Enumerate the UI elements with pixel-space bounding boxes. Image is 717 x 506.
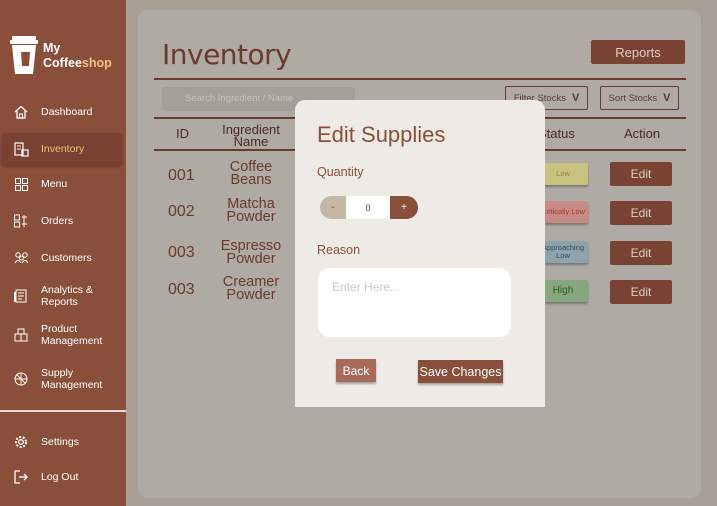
edit-button[interactable]: Edit <box>610 280 672 304</box>
row-id: 001 <box>168 167 195 184</box>
brand-line2a: Coffee <box>43 56 82 70</box>
modal-title: Edit Supplies <box>317 122 446 147</box>
sort-stocks-label: Sort Stocks <box>608 92 658 104</box>
save-changes-button[interactable]: Save Changes <box>418 360 503 383</box>
logout-icon <box>13 469 29 485</box>
sidebar-item-analytics[interactable]: Analytics & Reports <box>0 283 126 309</box>
sort-stocks-dropdown[interactable]: Sort Stocks V <box>600 86 679 110</box>
reason-textarea[interactable] <box>318 268 511 337</box>
title-divider <box>154 78 686 80</box>
sidebar-item-label: Inventory <box>41 143 85 155</box>
reports-button[interactable]: Reports <box>591 40 685 64</box>
supply-icon <box>13 371 29 387</box>
sidebar-item-label: Settings <box>41 436 79 448</box>
sidebar-item-label: Analytics & <box>41 284 93 296</box>
column-header-name: Ingredient Name <box>222 123 280 149</box>
sidebar: My Coffeeshop Dashboard Inventory Menu O… <box>0 0 126 506</box>
sidebar-item-label: Log Out <box>41 471 79 483</box>
chevron-down-icon: V <box>663 92 671 104</box>
gear-icon <box>13 434 29 450</box>
orders-icon <box>13 213 29 229</box>
sidebar-item-orders[interactable]: Orders <box>0 211 126 231</box>
column-header-name-2: Name <box>233 134 269 149</box>
sidebar-item-supply-management[interactable]: Supply Management <box>0 366 126 392</box>
edit-supplies-modal: Edit Supplies Quantity - 0 + Reason Back… <box>295 100 545 407</box>
sidebar-item-label-2: Management <box>41 379 103 391</box>
row-name: Espresso Powder <box>213 239 289 267</box>
quantity-field[interactable]: 0 <box>346 196 390 219</box>
sidebar-item-label: Product <box>41 323 78 335</box>
status-badge: Critically Low <box>538 201 588 223</box>
column-header-action: Action <box>624 126 661 141</box>
sidebar-item-label: Supply <box>41 367 74 379</box>
status-badge: Low <box>538 163 588 185</box>
sidebar-item-label-2: Reports <box>41 296 78 308</box>
sidebar-item-label: Orders <box>41 215 74 227</box>
row-name-2: Beans <box>230 172 272 188</box>
sidebar-item-settings[interactable]: Settings <box>0 432 126 452</box>
edit-button[interactable]: Edit <box>610 201 672 225</box>
back-button[interactable]: Back <box>336 359 376 382</box>
row-id: 003 <box>168 281 195 298</box>
page-title: Inventory <box>162 38 292 71</box>
row-name: Matcha Powder <box>213 197 289 225</box>
chevron-down-icon: V <box>571 92 580 104</box>
coffee-cup-icon <box>10 36 38 76</box>
status-badge: High <box>538 280 588 302</box>
sidebar-item-inventory[interactable]: Inventory <box>2 133 122 165</box>
row-name: Creamer Powder <box>213 275 289 303</box>
sidebar-item-label: Dashboard <box>41 106 93 118</box>
home-icon <box>13 104 29 120</box>
sidebar-divider <box>0 410 126 412</box>
quantity-stepper: - 0 + <box>320 196 420 219</box>
product-icon <box>13 327 29 343</box>
edit-button[interactable]: Edit <box>610 241 672 265</box>
row-name: Coffee Beans <box>213 160 289 188</box>
sidebar-item-dashboard[interactable]: Dashboard <box>0 102 126 122</box>
row-name-2: Powder <box>226 251 276 267</box>
reason-label: Reason <box>317 243 361 257</box>
quantity-label: Quantity <box>317 165 364 179</box>
sidebar-item-menu[interactable]: Menu <box>0 174 126 194</box>
status-badge: Approaching Low <box>538 241 588 263</box>
row-id: 003 <box>168 244 195 261</box>
customers-icon <box>13 250 29 266</box>
sidebar-item-label: Menu <box>41 178 68 190</box>
brand-line1: My <box>43 41 61 55</box>
edit-button[interactable]: Edit <box>610 162 672 186</box>
grid-icon <box>13 176 29 192</box>
brand-logo: My Coffeeshop <box>10 36 112 76</box>
decrement-button[interactable]: - <box>320 196 346 219</box>
sidebar-item-label-2: Management <box>41 335 103 347</box>
row-id: 002 <box>168 203 195 220</box>
row-name-2: Powder <box>226 209 276 225</box>
sidebar-item-product-management[interactable]: Product Management <box>0 322 126 348</box>
row-name-2: Powder <box>226 287 276 303</box>
increment-button[interactable]: + <box>390 196 418 219</box>
column-header-id: ID <box>176 126 189 141</box>
sidebar-item-customers[interactable]: Customers <box>0 248 126 268</box>
brand-line2b: shop <box>81 56 112 70</box>
inventory-icon <box>13 141 29 157</box>
analytics-icon <box>13 288 29 304</box>
sidebar-item-logout[interactable]: Log Out <box>0 467 126 487</box>
sidebar-item-label: Customers <box>41 252 92 264</box>
